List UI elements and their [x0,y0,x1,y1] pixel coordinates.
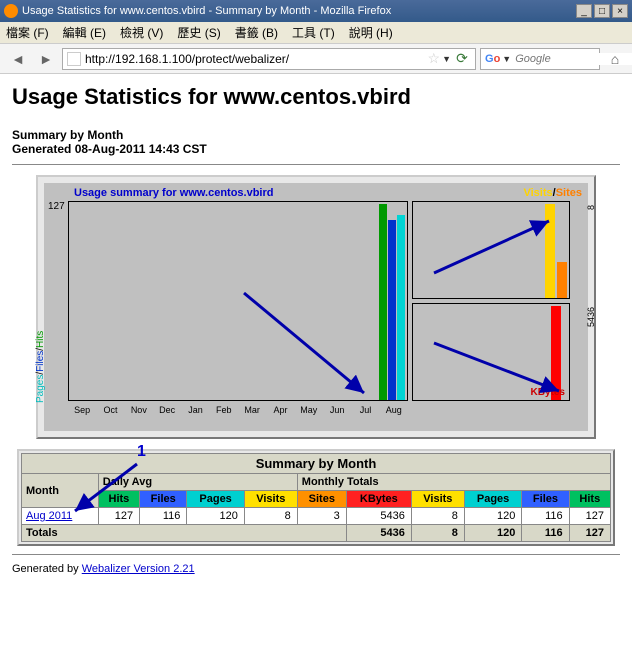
menu-tools[interactable]: 工具 (T) [292,24,335,41]
bar-sites [557,262,567,298]
divider [12,164,620,165]
menu-view[interactable]: 檢視 (V) [120,24,163,41]
main-plot [68,201,408,401]
kbytes-label: KBytes [531,387,565,398]
legend-visits-sites: Visits/Sites [523,187,582,199]
reload-button[interactable]: ⟳ [453,48,471,70]
cell: 116 [522,525,569,542]
cell: 127 [569,525,610,542]
webalizer-link[interactable]: Webalizer Version 2.21 [82,563,195,575]
table-caption: Summary by Month [22,454,611,474]
table-row: Aug 2011 127 116 120 8 3 5436 8 120 116 … [22,508,611,525]
cell: 5436 [346,525,411,542]
col-pages2: Pages [464,491,521,508]
back-button[interactable]: ◄ [6,48,30,70]
right-y-8: 8 [586,205,596,210]
footer: Generated by Webalizer Version 2.21 [12,563,620,575]
annotation-number: 1 [137,443,146,461]
window-titlebar: Usage Statistics for www.centos.vbird - … [0,0,632,22]
bar-pages [397,215,405,400]
cell: 8 [244,508,297,525]
col-month: Month [22,474,99,508]
col-visits2: Visits [411,491,464,508]
subtitle-generated: Generated 08-Aug-2011 14:43 CST [12,142,620,156]
col-pages: Pages [187,491,244,508]
col-sites: Sites [297,491,346,508]
cell: 116 [140,508,187,525]
col-visits: Visits [244,491,297,508]
cell: 5436 [346,508,411,525]
minimize-button[interactable]: _ [576,4,592,18]
cell: 8 [411,508,464,525]
firefox-icon [4,4,18,18]
col-hits2: Hits [569,491,610,508]
bookmark-star-icon[interactable]: ☆ [428,50,441,67]
toolbar: ◄ ► ☆ ▼ ⟳ Go ▼ ⌂ [0,44,632,74]
menu-bookmarks[interactable]: 書籤 (B) [235,24,278,41]
col-kbytes: KBytes [346,491,411,508]
divider [12,554,620,555]
google-icon: Go [485,53,500,65]
totals-row: Totals 5436 8 120 116 127 [22,525,611,542]
col-hits: Hits [98,491,139,508]
search-box[interactable]: Go ▼ [480,48,600,70]
bar-kbytes [551,306,561,400]
cell: 127 [569,508,610,525]
menu-history[interactable]: 歷史 (S) [177,24,220,41]
subtitle-summary: Summary by Month [12,128,620,142]
col-files: Files [140,491,187,508]
col-files2: Files [522,491,569,508]
cell: 116 [522,508,569,525]
summary-table: Summary by Month Month Daily Avg Monthly… [21,453,611,542]
close-button[interactable]: × [612,4,628,18]
y-max-label: 127 [48,201,65,212]
summary-table-container: Summary by Month Month Daily Avg Monthly… [17,449,615,546]
search-engine-dropdown-icon[interactable]: ▼ [502,54,511,64]
menu-bar: 檔案 (F) 編輯 (E) 檢視 (V) 歷史 (S) 書籤 (B) 工具 (T… [0,22,632,44]
x-axis-ticks: SepOctNovDecJanFebMarAprMayJunJulAug [68,405,408,415]
window-title: Usage Statistics for www.centos.vbird - … [22,5,391,17]
url-bar[interactable]: ☆ ▼ ⟳ [62,48,476,70]
footer-text: Generated by [12,563,82,575]
page-title: Usage Statistics for www.centos.vbird [12,84,620,110]
month-link[interactable]: Aug 2011 [26,510,72,522]
y-axis-label: Pages/Files/Hits [35,331,46,403]
chart-container: Usage summary for www.centos.vbird Visit… [36,175,596,439]
chart-title: Usage summary for www.centos.vbird [74,187,273,199]
visits-sites-plot [412,201,570,299]
menu-edit[interactable]: 編輯 (E) [63,24,106,41]
maximize-button[interactable]: □ [594,4,610,18]
cell: 120 [464,525,521,542]
cell: 127 [98,508,139,525]
bar-visits [545,204,555,298]
col-group-monthly: Monthly Totals [297,474,610,491]
bar-hits [379,204,387,400]
col-group-daily: Daily Avg [98,474,297,491]
menu-help[interactable]: 說明 (H) [349,24,393,41]
kbytes-plot: KBytes [412,303,570,401]
forward-button[interactable]: ► [34,48,58,70]
url-dropdown-icon[interactable]: ▼ [442,54,451,64]
menu-file[interactable]: 檔案 (F) [6,24,49,41]
cell: 8 [411,525,464,542]
page-content: Usage Statistics for www.centos.vbird Su… [0,74,632,585]
cell: 120 [464,508,521,525]
bar-files [388,220,396,400]
page-favicon [67,52,81,66]
home-button[interactable]: ⌂ [604,48,626,70]
cell: 120 [187,508,244,525]
right-y-5436: 5436 [586,307,596,327]
url-input[interactable] [85,52,428,66]
cell: 3 [297,508,346,525]
totals-label: Totals [22,525,347,542]
